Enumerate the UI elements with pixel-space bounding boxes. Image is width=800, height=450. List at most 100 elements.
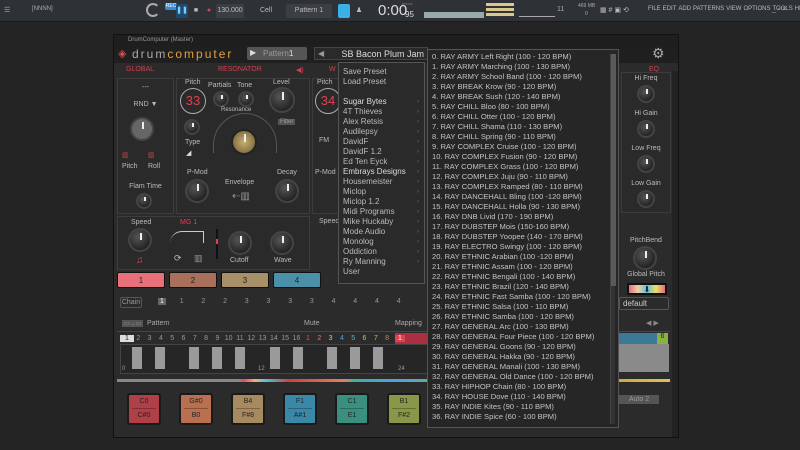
window-controls[interactable]: _ ▫ × bbox=[772, 6, 786, 13]
black-key[interactable] bbox=[270, 347, 280, 369]
preset-item[interactable]: 11. RAY COMPLEX Grass (100 - 120 BPM) bbox=[432, 162, 618, 172]
chain-button[interactable]: Chain bbox=[120, 297, 142, 308]
preset-item[interactable]: 7. RAY CHILL Shama (110 - 130 BPM) bbox=[432, 122, 618, 132]
preset-item[interactable]: 12. RAY COMPLEX Juju (90 - 110 BPM) bbox=[432, 172, 618, 182]
type-shape-icon[interactable]: ◢ bbox=[186, 149, 191, 157]
mapping-bar-right[interactable] bbox=[619, 333, 657, 344]
menu-edit[interactable]: EDIT bbox=[663, 6, 677, 12]
pitch-fine-knob[interactable] bbox=[184, 119, 200, 135]
menu-options[interactable]: OPTIONS bbox=[743, 6, 770, 12]
menu-item-audilepsy[interactable]: Audilepsy› bbox=[339, 127, 424, 137]
preset-item[interactable]: 9. RAY COMPLEX Cruise (100 - 120 BPM) bbox=[432, 142, 618, 152]
low-freq-knob[interactable] bbox=[637, 155, 655, 173]
preset-item[interactable]: 28. RAY GENERAL Four Piece (100 - 120 BP… bbox=[432, 332, 618, 342]
rnd-knob[interactable] bbox=[130, 117, 154, 141]
menu-view[interactable]: VIEW bbox=[726, 6, 741, 12]
roll-keys-icon[interactable]: ▥ bbox=[148, 151, 155, 159]
preset-item[interactable]: 10. RAY COMPLEX Fusion (90 - 120 BPM) bbox=[432, 152, 618, 162]
chain-step[interactable]: 4 bbox=[397, 298, 401, 305]
flam-time-knob[interactable] bbox=[136, 193, 152, 209]
chain-step[interactable]: 1 bbox=[180, 298, 184, 305]
mapping-bar[interactable]: 1 bbox=[395, 333, 428, 344]
prev-preset-button[interactable]: ◀ bbox=[318, 49, 324, 58]
black-key[interactable] bbox=[212, 347, 222, 369]
drum-pad[interactable]: B4F#8 bbox=[231, 393, 265, 425]
master-volume-knob[interactable] bbox=[146, 3, 160, 17]
loop-icon[interactable]: ⟳ bbox=[174, 253, 182, 264]
preset-item[interactable]: 34. RAY HOUSE Dove (110 - 140 BPM) bbox=[432, 392, 618, 402]
tone-knob[interactable] bbox=[238, 91, 254, 107]
preset-list-scrollbar[interactable] bbox=[610, 54, 615, 424]
preset-item[interactable]: 8. RAY CHILL Spring (90 - 110 BPM) bbox=[432, 132, 618, 142]
toolbar-icons[interactable]: ▦ # ▣ ⟲ bbox=[600, 6, 629, 14]
preset-item[interactable]: 24. RAY ETHNIC Fast Samba (100 - 120 BPM… bbox=[432, 292, 618, 302]
mapping-right-value[interactable]: 6 bbox=[657, 333, 668, 344]
menu-help[interactable]: HELP bbox=[795, 6, 800, 12]
tempo-display[interactable]: 130.000 bbox=[216, 4, 244, 18]
preset-item[interactable]: 26. RAY ETHNIC Samba (100 - 120 BPM) bbox=[432, 312, 618, 322]
preset-item[interactable]: 15. RAY DANCEHALL Holla (90 - 130 BPM) bbox=[432, 202, 618, 212]
chain-step[interactable]: 2 bbox=[201, 298, 205, 305]
drum-pad[interactable]: B1F#2 bbox=[387, 393, 421, 425]
pattern-copy-icon[interactable]: ▭→▭ bbox=[122, 320, 143, 327]
mg-amount-slider[interactable] bbox=[216, 229, 218, 259]
preset-item[interactable]: 17. RAY DUBSTEP Mois (150-160 BPM) bbox=[432, 222, 618, 232]
preset-item[interactable]: 23. RAY ETHNIC Brazil (120 - 140 BPM) bbox=[432, 282, 618, 292]
section-w[interactable]: W bbox=[329, 66, 336, 73]
mute-toggle-8[interactable]: 8 bbox=[380, 335, 394, 342]
auto-button[interactable]: Auto 2 bbox=[619, 395, 659, 404]
mapping-nav-arrows[interactable]: ◀ ▶ bbox=[646, 319, 659, 327]
pattern-value[interactable]: 1 bbox=[289, 49, 293, 58]
preset-item[interactable]: 32. RAY GENERAL Old Dance (100 - 120 BPM… bbox=[432, 372, 618, 382]
drum-pad[interactable]: C0C#0 bbox=[127, 393, 161, 425]
black-key[interactable] bbox=[132, 347, 142, 369]
preset-item[interactable]: 4. RAY BREAK Sush (120 - 140 BPM) bbox=[432, 92, 618, 102]
partials-knob[interactable] bbox=[213, 91, 229, 107]
pattern-select[interactable]: Pattern 1 bbox=[286, 4, 332, 18]
pitch-keys-icon[interactable]: ▥ bbox=[122, 151, 129, 159]
black-key[interactable] bbox=[327, 347, 337, 369]
snap-select[interactable]: Cell bbox=[250, 4, 282, 18]
record-button[interactable]: ● bbox=[204, 4, 214, 18]
filter-button[interactable]: Filter bbox=[278, 119, 295, 125]
menu-item-save-preset[interactable]: Save Preset bbox=[339, 67, 424, 77]
preset-selector[interactable]: ◀ SB Bacon Plum Jam bbox=[314, 47, 428, 60]
chain-step[interactable]: 3 bbox=[288, 298, 292, 305]
black-key[interactable] bbox=[189, 347, 199, 369]
section-global[interactable]: GLOBAL bbox=[126, 66, 154, 73]
instrument-pad-2[interactable]: 2 bbox=[169, 272, 217, 288]
preset-item[interactable]: 31. RAY GENERAL Manali (100 - 130 BPM) bbox=[432, 362, 618, 372]
level-knob[interactable] bbox=[269, 87, 295, 113]
preset-item[interactable]: 27. RAY GENERAL Arc (100 - 130 BPM) bbox=[432, 322, 618, 332]
instrument-pad-4[interactable]: 4 bbox=[273, 272, 321, 288]
menu-item-davidf-1-2[interactable]: DavidF 1.2› bbox=[339, 147, 424, 157]
black-key[interactable] bbox=[235, 347, 245, 369]
menu-item-mike-huckaby[interactable]: Mike Huckaby› bbox=[339, 217, 424, 227]
pause-button[interactable]: ❚❚ bbox=[176, 4, 188, 18]
menu-item-midi-programs[interactable]: Midi Programs› bbox=[339, 207, 424, 217]
color-mode-button[interactable]: ⬇ bbox=[627, 283, 667, 295]
menu-item-alex-retsis[interactable]: Alex Retsis› bbox=[339, 117, 424, 127]
chain-step[interactable]: 1 bbox=[158, 298, 166, 305]
preset-item[interactable]: 21. RAY ETHNIC Assam (100 - 120 BPM) bbox=[432, 262, 618, 272]
preset-item[interactable]: 6. RAY CHILL Otter (100 - 120 BPM) bbox=[432, 112, 618, 122]
typing-keyboard-toggle[interactable] bbox=[338, 4, 350, 18]
menu-item-monolog[interactable]: Monolog› bbox=[339, 237, 424, 247]
menu-item-ry-manning[interactable]: Ry Manning› bbox=[339, 257, 424, 267]
plugin-titlebar[interactable]: DrumComputer (Master) bbox=[114, 35, 678, 45]
preset-item[interactable]: 18. RAY DUBSTEP Yoopee (140 - 170 BPM) bbox=[432, 232, 618, 242]
rnd-select[interactable]: RND ▼ bbox=[118, 101, 173, 108]
hi-freq-knob[interactable] bbox=[637, 85, 655, 103]
instrument-pad-1[interactable]: 1 bbox=[117, 272, 165, 288]
pattern-control[interactable]: ▶ Pattern: 1 bbox=[247, 47, 307, 60]
drum-pad[interactable]: G#0B0 bbox=[179, 393, 213, 425]
chain-step[interactable]: 4 bbox=[353, 298, 357, 305]
chain-step[interactable]: 4 bbox=[375, 298, 379, 305]
menu-item-miclop-1-2[interactable]: Miclop 1.2› bbox=[339, 197, 424, 207]
menu-item-load-preset[interactable]: Load Preset bbox=[339, 77, 424, 87]
settings-gear-icon[interactable]: ⚙ bbox=[652, 45, 665, 62]
low-gain-knob[interactable] bbox=[637, 190, 655, 208]
preset-item[interactable]: 29. RAY GENERAL Goons (90 - 120 BPM) bbox=[432, 342, 618, 352]
menu-item-4t-thieves[interactable]: 4T Thieves› bbox=[339, 107, 424, 117]
preset-item[interactable]: 0. RAY ARMY Left Right (100 - 120 BPM) bbox=[432, 52, 618, 62]
